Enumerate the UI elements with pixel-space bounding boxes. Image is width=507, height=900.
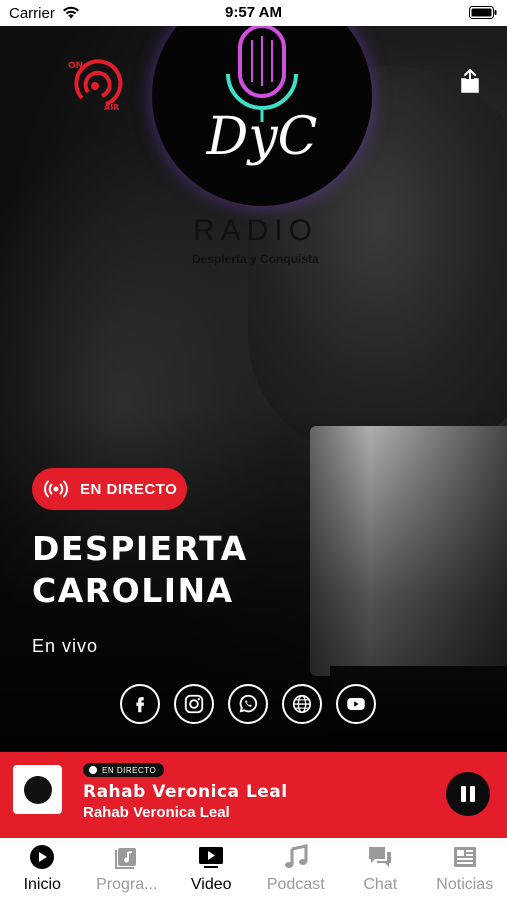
tab-noticias[interactable]: Noticias xyxy=(423,838,507,900)
logo-tagline: Despierta y Conquista xyxy=(192,252,319,266)
soundwave-right-icon xyxy=(368,90,468,148)
share-icon[interactable] xyxy=(459,68,481,94)
on-air-on-text: ON xyxy=(68,61,83,71)
hero-banner: ON AIR DyC RADIO Despierta y Conquista E… xyxy=(0,26,507,752)
tab-bar: Inicio Progra... Video Podcast Chat Noti… xyxy=(0,838,507,900)
music-library-icon xyxy=(114,848,136,869)
whatsapp-icon xyxy=(239,694,258,713)
now-playing-bar[interactable]: EN DIRECTO Rahab Veronica Leal Rahab Ver… xyxy=(0,752,507,838)
now-playing-badge-label: EN DIRECTO xyxy=(102,765,157,775)
show-title: DESPIERTA CAROLINA xyxy=(32,529,248,610)
battery-icon xyxy=(469,6,497,19)
pause-icon-bar xyxy=(470,786,475,802)
now-playing-live-badge: EN DIRECTO xyxy=(83,763,165,777)
video-icon xyxy=(199,847,224,868)
tab-label: Podcast xyxy=(266,876,325,893)
live-dot-icon xyxy=(89,766,97,774)
tab-label: Progra... xyxy=(96,876,158,893)
whatsapp-button[interactable] xyxy=(228,684,268,724)
youtube-icon xyxy=(347,698,365,710)
broadcast-icon xyxy=(44,480,68,498)
tab-video[interactable]: Video xyxy=(169,838,254,900)
pause-icon xyxy=(461,786,466,802)
tab-label: Noticias xyxy=(436,876,494,893)
chat-icon xyxy=(369,847,392,867)
tab-label: Chat xyxy=(363,876,398,893)
instagram-button[interactable] xyxy=(174,684,214,724)
music-note-icon xyxy=(284,844,308,868)
tab-chat[interactable]: Chat xyxy=(338,838,423,900)
on-air-icon: ON AIR xyxy=(68,59,123,112)
facebook-icon xyxy=(136,697,145,713)
newspaper-icon xyxy=(453,847,476,867)
on-air-air-text: AIR xyxy=(104,103,119,112)
tab-inicio[interactable]: Inicio xyxy=(0,838,85,900)
pause-button[interactable] xyxy=(446,772,490,816)
status-bar: Carrier 9:57 AM xyxy=(0,0,507,26)
station-logo: ON AIR DyC RADIO Despierta y Conquista xyxy=(40,26,480,266)
now-playing-artwork xyxy=(13,765,62,814)
tab-programas[interactable]: Progra... xyxy=(85,838,170,900)
globe-icon xyxy=(292,694,312,714)
status-time: 9:57 AM xyxy=(225,4,282,21)
logo-radio-text: RADIO xyxy=(193,214,319,247)
live-badge: EN DIRECTO xyxy=(32,468,187,510)
now-playing-title: Rahab Veronica Leal xyxy=(83,782,288,802)
station-logo-thumbnail xyxy=(23,775,52,804)
instagram-icon xyxy=(184,694,204,714)
tab-label: Inicio xyxy=(23,876,61,893)
logo-monogram: DyC xyxy=(206,107,318,167)
website-button[interactable] xyxy=(282,684,322,724)
live-badge-label: EN DIRECTO xyxy=(80,480,178,498)
facebook-button[interactable] xyxy=(120,684,160,724)
social-links xyxy=(120,684,376,724)
youtube-button[interactable] xyxy=(336,684,376,724)
play-circle-icon xyxy=(30,845,55,869)
logo-microphone-icon: DyC xyxy=(206,26,318,167)
tab-label: Video xyxy=(190,876,232,893)
show-subtitle: En vivo xyxy=(32,636,99,656)
tab-podcast[interactable]: Podcast xyxy=(254,838,339,900)
now-playing-artist: Rahab Veronica Leal xyxy=(83,804,230,821)
